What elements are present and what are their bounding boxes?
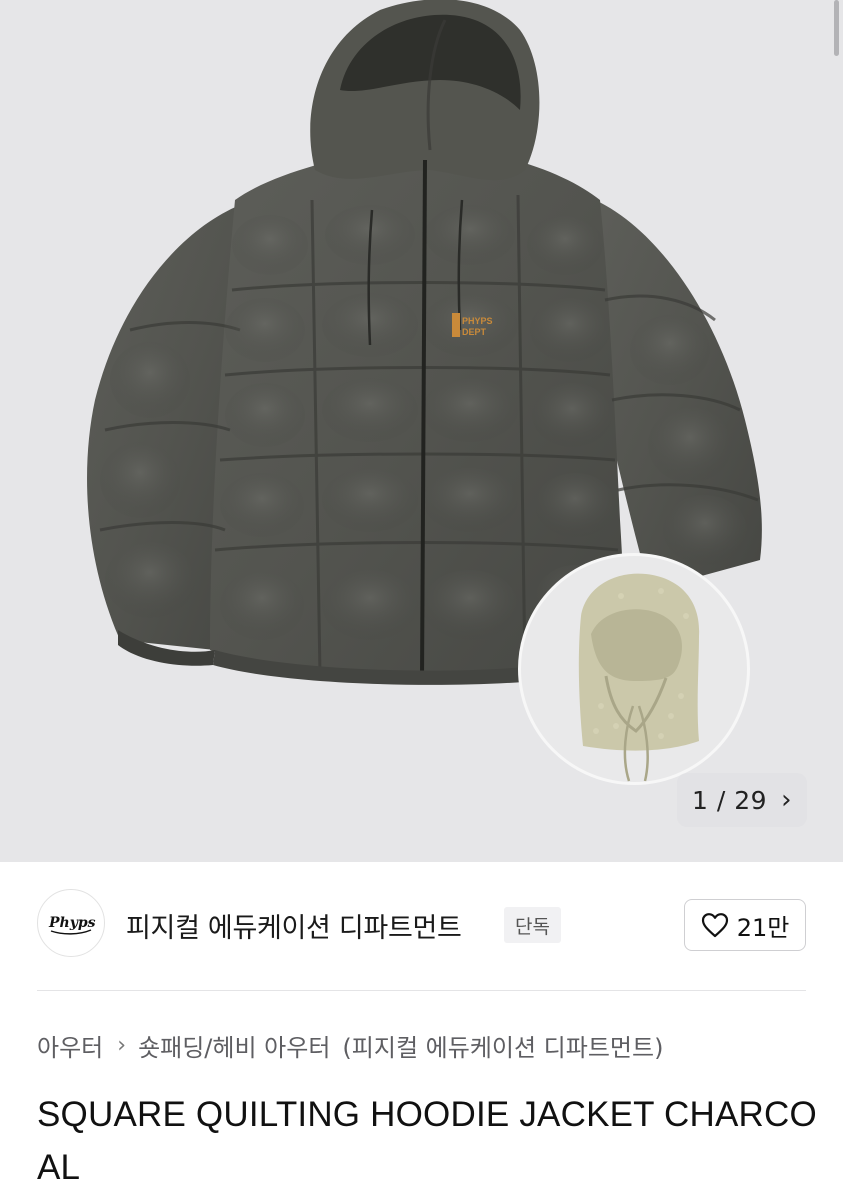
image-counter[interactable]: 1 / 29 › [677,773,807,827]
chevron-right-icon: › [117,1033,127,1058]
like-button[interactable]: 21만 [684,899,806,951]
heart-outline-icon [701,913,728,938]
gift-item-hood-image [518,553,750,785]
breadcrumb: 아우터 › 숏패딩/헤비 아우터 (피지컬 에듀케이션 디파트먼트) [37,1028,663,1063]
brand-logo-text: Phyps [48,915,96,931]
breadcrumb-brand[interactable]: (피지컬 에듀케이션 디파트먼트) [342,1028,663,1063]
exclusive-badge: 단독 [504,907,561,943]
like-count: 21만 [736,913,790,942]
breadcrumb-subcategory[interactable]: 숏패딩/헤비 아우터 [138,1028,330,1063]
product-title: SQUARE QUILTING HOODIE JACKET CHARCOAL [37,1095,817,1187]
breadcrumb-category[interactable]: 아우터 [37,1028,103,1063]
chevron-right-icon[interactable]: › [781,787,792,813]
counter-separator: / [716,785,726,815]
product-image-gallery[interactable]: PHYPS DEPT 1 / 29 › [0,0,843,862]
scrollbar[interactable] [834,0,839,56]
divider [37,990,806,991]
brand-row: Phyps 피지컬 에듀케이션 디파트먼트 단독 21만 [0,862,843,990]
brand-logo[interactable]: Phyps [37,889,105,957]
svg-text:DEPT: DEPT [462,327,487,337]
jacket-logo-text: PHYPS [462,316,493,326]
current-image-index: 1 [692,785,709,815]
brand-name[interactable]: 피지컬 에듀케이션 디파트먼트 [126,906,462,945]
total-image-count: 29 [734,785,768,815]
